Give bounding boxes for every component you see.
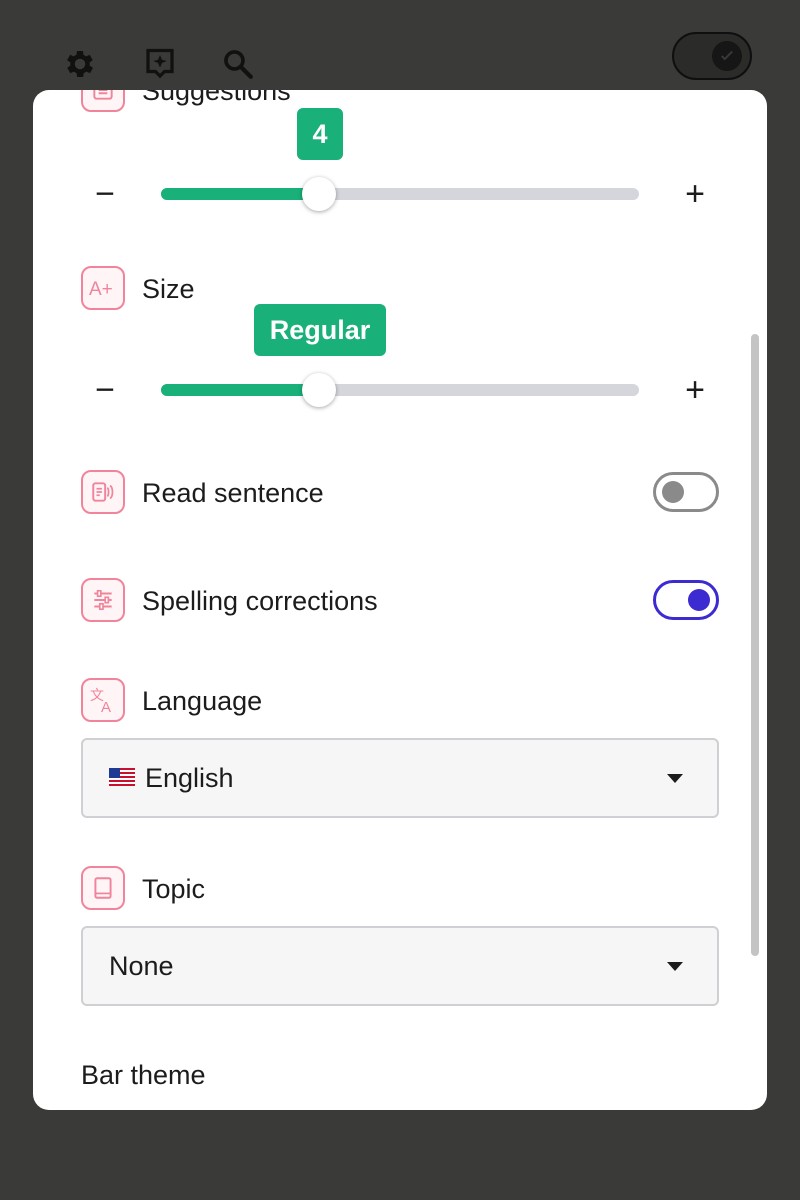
size-increase-button[interactable]: + — [675, 370, 715, 410]
toggle-knob — [662, 481, 684, 503]
spelling-corrections-toggle[interactable] — [653, 580, 719, 620]
svg-text:A: A — [101, 699, 111, 715]
dark-mode-toggle[interactable] — [672, 32, 752, 80]
read-sentence-toggle[interactable] — [653, 472, 719, 512]
suggestions-slider[interactable]: − + — [81, 166, 721, 226]
size-slider[interactable]: − + — [81, 362, 721, 422]
sparkle-note-icon[interactable] — [140, 44, 180, 84]
gear-icon[interactable] — [60, 44, 100, 84]
text-size-icon: A+ — [81, 266, 125, 310]
settings-panel: Suggestions 4 − + A+ Size Regular − + Re… — [33, 90, 767, 1110]
toggle-knob — [688, 589, 710, 611]
size-slider-track[interactable] — [161, 373, 639, 407]
scrollbar[interactable] — [749, 332, 761, 958]
size-slider-fill — [161, 384, 319, 396]
translate-icon: 文A — [81, 678, 125, 722]
us-flag-icon — [109, 768, 135, 786]
suggestions-increase-button[interactable]: + — [675, 174, 715, 214]
scrollbar-thumb[interactable] — [749, 332, 761, 958]
suggestions-decrease-button[interactable]: − — [85, 174, 125, 214]
size-slider-thumb[interactable] — [301, 373, 336, 407]
search-icon[interactable] — [218, 44, 258, 84]
speaker-icon — [81, 470, 125, 514]
language-selected-value: English — [145, 763, 234, 793]
suggestions-value-bubble: 4 — [297, 108, 343, 160]
suggestions-slider-fill — [161, 188, 319, 200]
suggestions-slider-track[interactable] — [161, 177, 639, 211]
sliders-icon — [81, 578, 125, 622]
list-icon — [81, 90, 125, 112]
suggestions-slider-thumb[interactable] — [301, 177, 336, 211]
bar-theme-label: Bar theme — [81, 1060, 206, 1090]
chevron-down-icon — [667, 962, 683, 971]
topic-select[interactable]: None — [81, 926, 719, 1006]
topic-label: Topic — [142, 874, 206, 904]
suggestions-label: Suggestions — [142, 90, 291, 106]
size-value-bubble: Regular — [254, 304, 386, 356]
size-label: Size — [142, 274, 195, 304]
language-select[interactable]: English — [81, 738, 719, 818]
book-icon — [81, 866, 125, 910]
spelling-corrections-label: Spelling corrections — [142, 586, 378, 616]
read-sentence-label: Read sentence — [142, 478, 324, 508]
size-decrease-button[interactable]: − — [85, 370, 125, 410]
moon-check-icon — [712, 41, 742, 71]
topic-selected-value: None — [109, 951, 174, 981]
language-label: Language — [142, 686, 263, 716]
svg-text:A+: A+ — [89, 279, 113, 300]
chevron-down-icon — [667, 774, 683, 783]
